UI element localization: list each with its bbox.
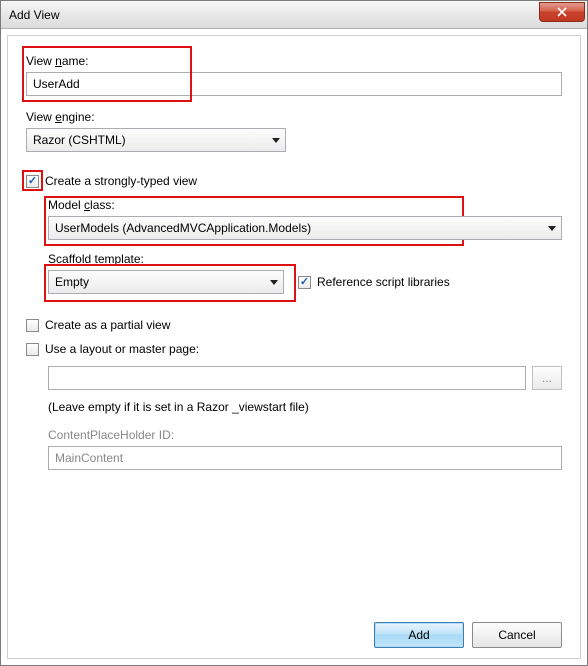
scaffold-value: Empty xyxy=(55,275,89,289)
cph-id-input xyxy=(48,446,562,470)
model-class-label: Model class: xyxy=(48,198,562,212)
reference-scripts-checkbox[interactable] xyxy=(298,276,311,289)
partial-view-label: Create as a partial view xyxy=(45,318,170,332)
model-class-select[interactable]: UserModels (AdvancedMVCApplication.Model… xyxy=(48,216,562,240)
reference-scripts-label: Reference script libraries xyxy=(317,275,450,289)
cancel-button[interactable]: Cancel xyxy=(472,622,562,648)
dialog-body: View name: View engine: Razor (CSHTML) C… xyxy=(7,35,581,659)
view-engine-value: Razor (CSHTML) xyxy=(33,133,126,147)
titlebar: Add View xyxy=(1,1,587,29)
add-button[interactable]: Add xyxy=(374,622,464,648)
strongly-typed-checkbox[interactable] xyxy=(26,175,39,188)
view-name-label: View name: xyxy=(26,54,562,68)
browse-label: ... xyxy=(542,371,552,385)
close-button[interactable] xyxy=(539,2,585,22)
layout-hint: (Leave empty if it is set in a Razor _vi… xyxy=(48,400,562,414)
close-icon xyxy=(557,7,567,17)
scaffold-label: Scaffold template: xyxy=(48,252,562,266)
cph-id-label: ContentPlaceHolder ID: xyxy=(48,428,562,442)
partial-view-checkbox[interactable] xyxy=(26,319,39,332)
model-class-value: UserModels (AdvancedMVCApplication.Model… xyxy=(55,221,311,235)
chevron-down-icon xyxy=(543,217,561,239)
view-engine-label: View engine: xyxy=(26,110,562,124)
dialog-title: Add View xyxy=(9,8,59,22)
chevron-down-icon xyxy=(267,129,285,151)
use-layout-label: Use a layout or master page: xyxy=(45,342,199,356)
add-view-dialog: Add View View name: View engine: Razor (… xyxy=(0,0,588,666)
chevron-down-icon xyxy=(265,271,283,293)
button-bar: Add Cancel xyxy=(374,622,562,648)
layout-path-input xyxy=(48,366,526,390)
strongly-typed-label: Create a strongly-typed view xyxy=(45,174,197,188)
view-name-input[interactable] xyxy=(26,72,562,96)
browse-layout-button: ... xyxy=(532,366,562,390)
scaffold-select[interactable]: Empty xyxy=(48,270,284,294)
view-engine-select[interactable]: Razor (CSHTML) xyxy=(26,128,286,152)
use-layout-checkbox[interactable] xyxy=(26,343,39,356)
